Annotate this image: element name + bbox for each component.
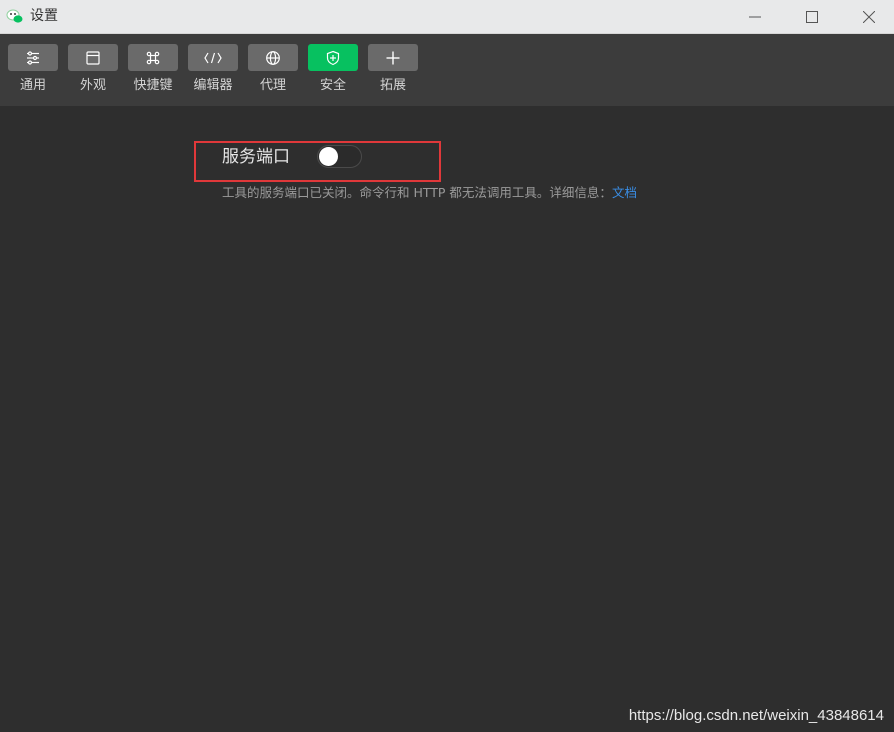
globe-icon [266,50,280,65]
service-port-label: 服务端口 [222,147,290,167]
tab-proxy-label: 代理 [259,78,286,93]
shield-icon [326,50,340,65]
doc-link[interactable]: 文档 [612,185,637,200]
service-port-description: 工具的服务端口已关闭。命令行和 HTTP 都无法调用工具。详细信息：文档 [222,184,637,202]
tab-security-label: 安全 [319,78,346,93]
tab-appearance-button[interactable] [68,44,118,71]
tab-editor-button[interactable] [188,44,238,71]
tab-general-button[interactable] [8,44,58,71]
tab-extensions-label: 拓展 [379,78,406,93]
watermark-text: https://blog.csdn.net/weixin_43848614 [628,707,884,724]
tab-extensions[interactable]: 拓展 [368,44,418,104]
close-button[interactable] [840,0,894,33]
tab-general-label: 通用 [19,78,46,93]
toggle-knob [319,147,338,166]
window-title: 设置 [30,8,58,24]
tab-shortcuts[interactable]: 快捷键 [128,44,178,104]
maximize-button[interactable] [783,0,841,33]
tab-shortcuts-button[interactable] [128,44,178,71]
plus-icon [386,51,400,64]
service-port-toggle[interactable] [317,145,362,168]
tab-extensions-button[interactable] [368,44,418,71]
tab-proxy[interactable]: 代理 [248,44,298,104]
maximize-icon [806,10,818,23]
tab-appearance[interactable]: 外观 [68,44,118,104]
code-icon [204,52,222,63]
tab-security-button[interactable] [308,44,358,71]
minimize-button[interactable] [726,0,784,33]
tab-appearance-label: 外观 [79,78,106,93]
settings-content: 服务端口 工具的服务端口已关闭。命令行和 HTTP 都无法调用工具。详细信息：文… [0,106,894,732]
tab-editor-label: 编辑器 [193,78,233,93]
settings-toolbar: 通用 外观 快捷键 编辑器 代理 安全 拓展 [0,34,894,106]
app-logo-icon [6,9,23,23]
window-icon [86,50,100,65]
tab-shortcuts-label: 快捷键 [133,78,173,93]
description-text: 工具的服务端口已关闭。命令行和 HTTP 都无法调用工具。详细信息： [222,185,612,200]
sliders-icon [27,50,39,65]
tab-proxy-button[interactable] [248,44,298,71]
tab-general[interactable]: 通用 [8,44,58,104]
minimize-icon [749,16,761,17]
command-key-icon [146,51,160,64]
tab-security[interactable]: 安全 [308,44,358,104]
tab-editor[interactable]: 编辑器 [188,44,238,104]
close-icon [863,10,875,23]
title-bar: 设置 [0,0,894,34]
